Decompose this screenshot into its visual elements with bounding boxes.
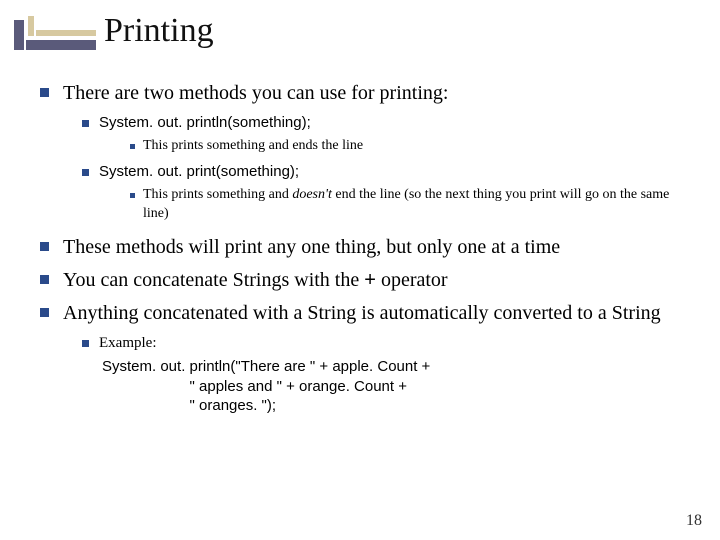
bullet-level2: System. out. println(something); — [82, 113, 690, 133]
bullet-icon — [82, 340, 89, 347]
bullet-level2: Example: — [82, 333, 690, 353]
bullet-text: These methods will print any one thing, … — [63, 234, 560, 261]
bullet-level1: You can concatenate Strings with the + o… — [40, 267, 690, 294]
page-number: 18 — [686, 512, 702, 530]
bullet-text: This prints something and ends the line — [143, 137, 363, 156]
bullet-icon — [40, 242, 49, 251]
bullet-text: System. out. println(something); — [99, 113, 311, 133]
bullet-level2: System. out. print(something); — [82, 162, 690, 182]
bullet-icon — [130, 144, 135, 149]
bullet-text: Anything concatenated with a String is a… — [63, 300, 661, 327]
bullet-text: There are two methods you can use for pr… — [63, 80, 448, 107]
bullet-level1: There are two methods you can use for pr… — [40, 80, 690, 107]
slide-ornament — [14, 16, 96, 54]
bullet-icon — [40, 275, 49, 284]
slide-title: Printing — [104, 12, 214, 50]
bullet-level3: This prints something and ends the line — [130, 137, 690, 156]
bullet-icon — [40, 308, 49, 317]
code-example: System. out. println("There are " + appl… — [102, 357, 690, 416]
bullet-level3: This prints something and doesn't end th… — [130, 186, 690, 224]
bullet-text: You can concatenate Strings with the + o… — [63, 267, 448, 294]
bullet-level1: These methods will print any one thing, … — [40, 234, 690, 261]
bullet-icon — [40, 88, 49, 97]
bullet-text: Example: — [99, 333, 156, 353]
bullet-icon — [130, 193, 135, 198]
bullet-text: This prints something and doesn't end th… — [143, 186, 690, 224]
bullet-text: System. out. print(something); — [99, 162, 299, 182]
slide-body: There are two methods you can use for pr… — [40, 80, 690, 416]
bullet-icon — [82, 120, 89, 127]
bullet-icon — [82, 169, 89, 176]
bullet-level1: Anything concatenated with a String is a… — [40, 300, 690, 327]
